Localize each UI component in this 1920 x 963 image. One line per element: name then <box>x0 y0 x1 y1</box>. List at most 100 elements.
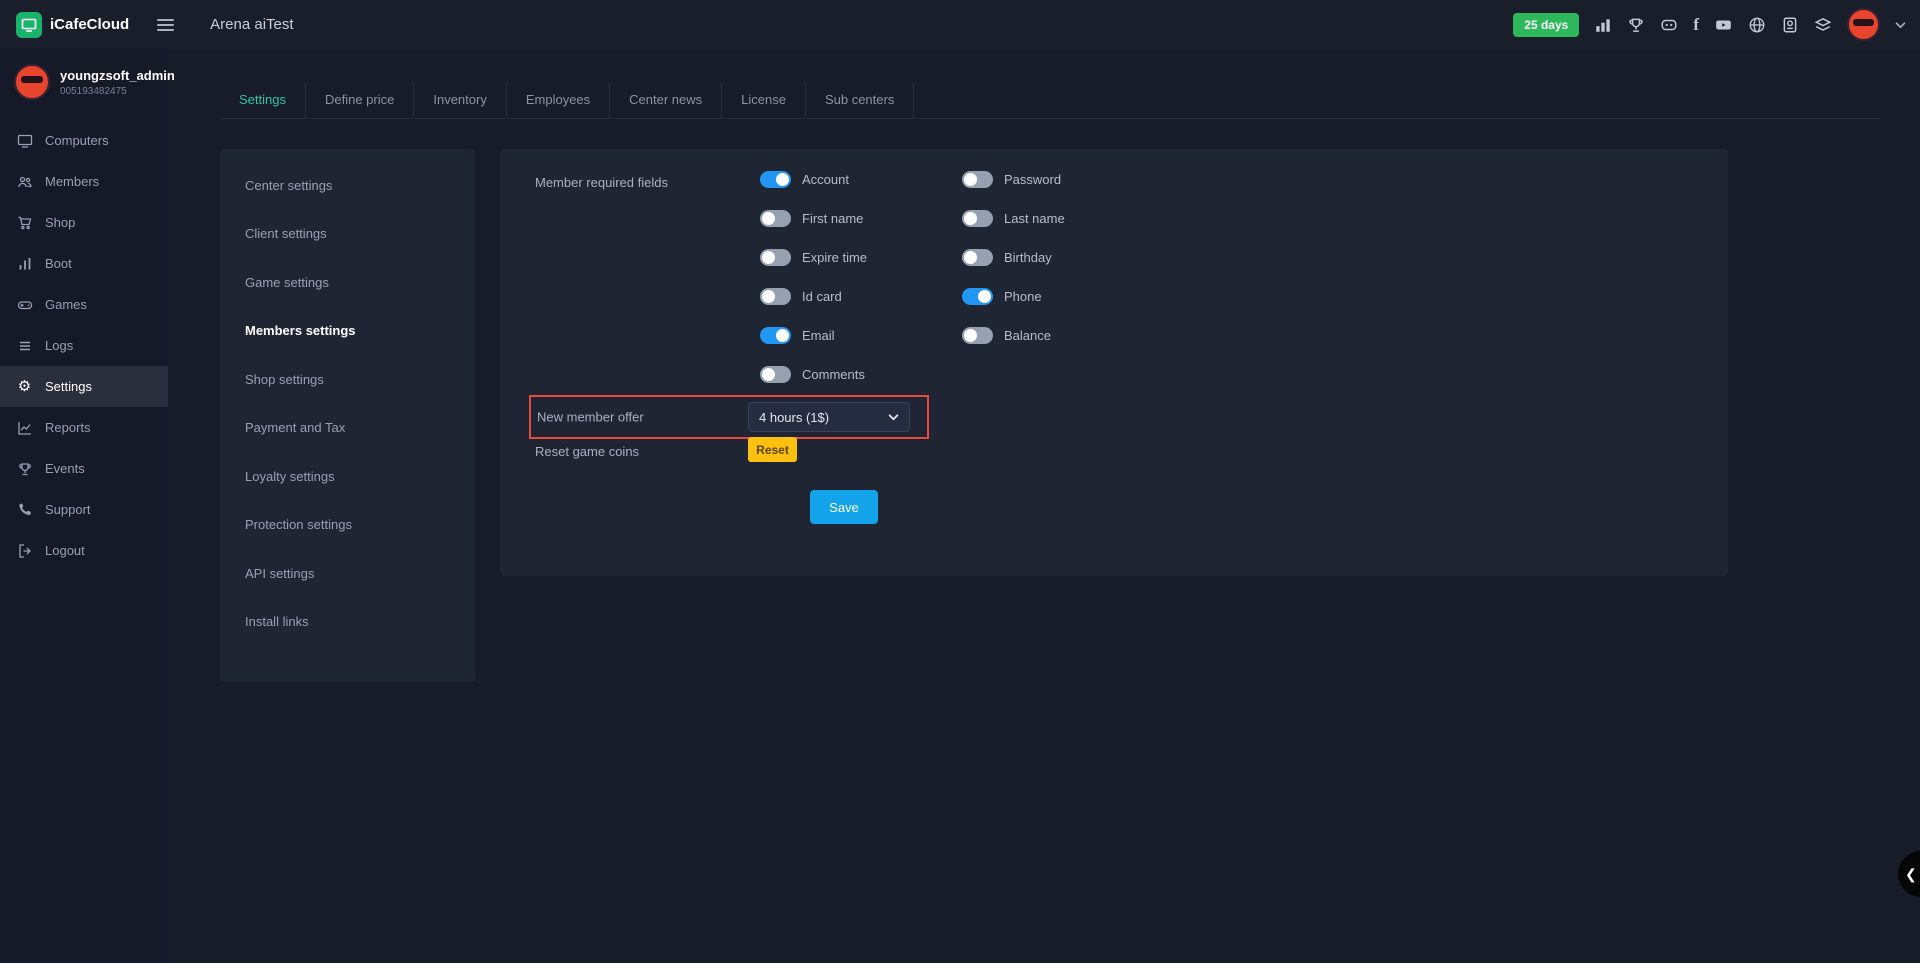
tab-center-news[interactable]: Center news <box>610 82 722 118</box>
toggle-row-expire-time: Expire time <box>760 247 867 267</box>
reset-button[interactable]: Reset <box>748 437 797 462</box>
new-member-offer-label: New member offer <box>537 410 644 425</box>
submenu-shop-settings[interactable]: Shop settings <box>220 355 475 404</box>
sidebar-item-boot[interactable]: Boot <box>0 243 168 284</box>
user-name: youngzsoft_admin <box>60 68 175 83</box>
reports-chart-icon <box>16 420 33 436</box>
toggle-row-phone: Phone <box>962 286 1065 306</box>
toggle-column-1: Account First name Expire time Id card E… <box>760 169 867 384</box>
last-name-toggle[interactable] <box>962 210 993 227</box>
toggle-row-comments: Comments <box>760 364 867 384</box>
sidebar-item-reports[interactable]: Reports <box>0 407 168 448</box>
logout-icon <box>16 543 33 559</box>
sidebar-item-games[interactable]: Games <box>0 284 168 325</box>
facebook-icon[interactable]: f <box>1693 15 1699 35</box>
account-toggle[interactable] <box>760 171 791 188</box>
globe-icon[interactable] <box>1748 16 1766 34</box>
id-card-toggle[interactable] <box>760 288 791 305</box>
tab-inventory[interactable]: Inventory <box>414 82 506 118</box>
user-avatar[interactable] <box>1847 8 1880 41</box>
chevron-left-icon: ❮ <box>1905 866 1917 883</box>
user-card[interactable]: youngzsoft_admin 005193482475 <box>0 49 168 120</box>
new-member-offer-select[interactable]: 4 hours (1$) <box>748 402 910 432</box>
submenu-members-settings[interactable]: Members settings <box>220 307 475 356</box>
birthday-toggle[interactable] <box>962 249 993 266</box>
first-name-toggle[interactable] <box>760 210 791 227</box>
sidebar-item-shop[interactable]: Shop <box>0 202 168 243</box>
password-toggle[interactable] <box>962 171 993 188</box>
tab-license[interactable]: License <box>722 82 806 118</box>
avatar-visor <box>1853 19 1873 26</box>
submenu-game-settings[interactable]: Game settings <box>220 258 475 307</box>
sidebar: youngzsoft_admin 005193482475 Computers … <box>0 49 168 963</box>
shop-cart-icon <box>16 215 33 231</box>
select-chevron-down-icon <box>888 413 899 421</box>
email-toggle[interactable] <box>760 327 791 344</box>
settings-submenu: Center settings Client settings Game set… <box>220 149 475 682</box>
toggle-row-balance: Balance <box>962 325 1065 345</box>
layers-icon[interactable] <box>1814 16 1832 34</box>
tab-employees[interactable]: Employees <box>507 82 610 118</box>
events-trophy-icon <box>16 461 33 477</box>
member-required-fields-label: Member required fields <box>535 175 668 190</box>
tab-sub-centers[interactable]: Sub centers <box>806 82 914 118</box>
toggle-row-first-name: First name <box>760 208 867 228</box>
logo-monitor-icon <box>16 12 42 38</box>
members-icon <box>16 174 33 190</box>
toggle-row-id-card: Id card <box>760 286 867 306</box>
sidebar-item-logout[interactable]: Logout <box>0 530 168 571</box>
main-tabbar: Settings Define price Inventory Employee… <box>220 82 1880 119</box>
user-menu-chevron-icon[interactable] <box>1895 21 1906 29</box>
toggle-row-password: Password <box>962 169 1065 189</box>
page-title: Arena aiTest <box>210 16 293 33</box>
reset-game-coins-label: Reset game coins <box>535 444 639 459</box>
gear-icon: ⚙ <box>16 379 33 394</box>
sidebar-item-events[interactable]: Events <box>0 448 168 489</box>
toggle-column-2: Password Last name Birthday Phone Balanc… <box>962 169 1065 345</box>
collapse-panel-arrow[interactable]: ❮ <box>1898 851 1920 897</box>
logo-text: iCafeCloud <box>50 16 129 33</box>
sidebar-item-logs[interactable]: Logs <box>0 325 168 366</box>
toggle-row-account: Account <box>760 169 867 189</box>
submenu-client-settings[interactable]: Client settings <box>220 210 475 259</box>
sidebar-item-computers[interactable]: Computers <box>0 120 168 161</box>
discord-icon[interactable] <box>1660 16 1678 34</box>
toggle-row-birthday: Birthday <box>962 247 1065 267</box>
trophy-icon[interactable] <box>1627 16 1645 34</box>
youtube-icon[interactable] <box>1714 16 1733 34</box>
submenu-payment-and-tax[interactable]: Payment and Tax <box>220 404 475 453</box>
stats-icon[interactable] <box>1594 16 1612 34</box>
sidebar-item-support[interactable]: Support <box>0 489 168 530</box>
expire-time-toggle[interactable] <box>760 249 791 266</box>
submenu-center-settings[interactable]: Center settings <box>220 161 475 210</box>
license-days-badge[interactable]: 25 days <box>1513 13 1579 37</box>
support-phone-icon <box>16 502 33 517</box>
tab-define-price[interactable]: Define price <box>306 82 414 118</box>
logs-icon <box>16 338 33 354</box>
app-logo[interactable]: iCafeCloud <box>16 12 129 38</box>
gamepad-icon <box>16 297 33 313</box>
save-button[interactable]: Save <box>810 490 878 524</box>
balance-toggle[interactable] <box>962 327 993 344</box>
phone-toggle[interactable] <box>962 288 993 305</box>
new-member-offer-value: 4 hours (1$) <box>759 410 829 425</box>
hamburger-menu-icon[interactable] <box>153 15 178 35</box>
members-settings-panel: Member required fields Account First nam… <box>500 149 1728 576</box>
boot-icon <box>16 256 33 272</box>
tab-settings[interactable]: Settings <box>220 82 306 118</box>
sidebar-item-members[interactable]: Members <box>0 161 168 202</box>
computer-icon <box>16 133 33 149</box>
sidebar-user-avatar <box>14 64 50 100</box>
new-member-offer-highlight: New member offer 4 hours (1$) <box>529 395 929 439</box>
user-id: 005193482475 <box>60 86 175 97</box>
submenu-protection-settings[interactable]: Protection settings <box>220 501 475 550</box>
comments-toggle[interactable] <box>760 366 791 383</box>
submenu-loyalty-settings[interactable]: Loyalty settings <box>220 452 475 501</box>
submenu-install-links[interactable]: Install links <box>220 598 475 647</box>
toggle-row-email: Email <box>760 325 867 345</box>
submenu-api-settings[interactable]: API settings <box>220 549 475 598</box>
toggle-row-last-name: Last name <box>962 208 1065 228</box>
topbar: iCafeCloud Arena aiTest 25 days f <box>0 0 1920 49</box>
sidebar-item-settings[interactable]: ⚙ Settings <box>0 366 168 407</box>
passport-icon[interactable] <box>1781 16 1799 34</box>
